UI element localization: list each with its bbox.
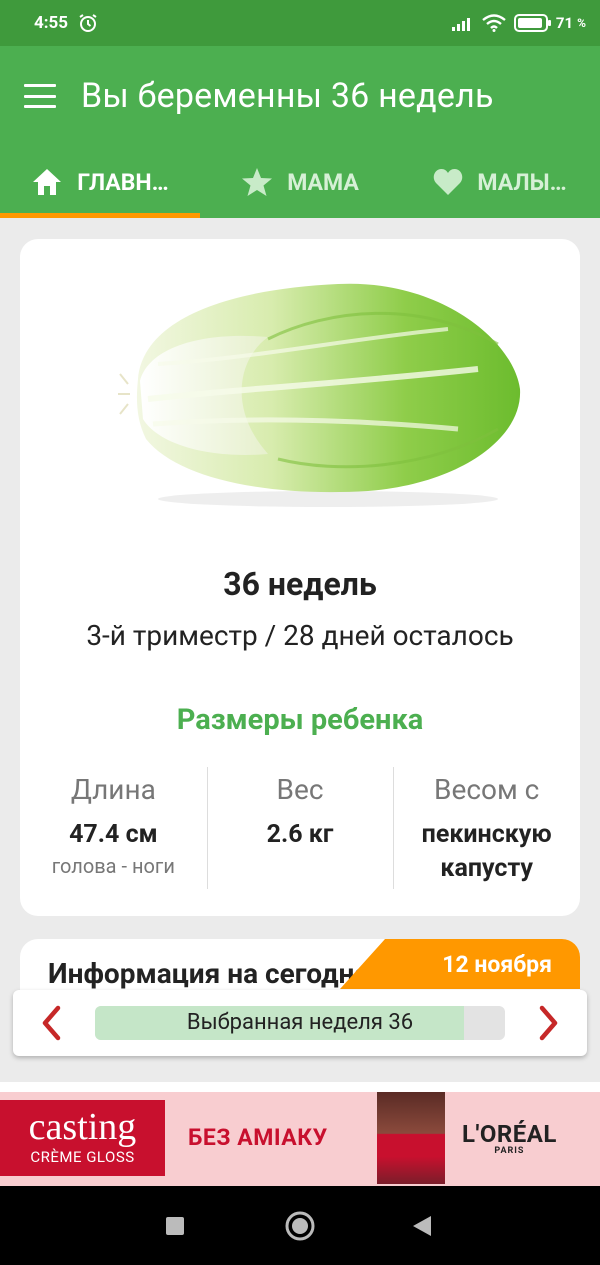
baby-size-title: Размеры ребенка	[176, 703, 424, 737]
stat-length-value: 47.4 см	[69, 820, 158, 849]
ad-text: БЕЗ АМІАКУ	[188, 1124, 328, 1151]
trimester-text: 3-й триместр / 28 дней осталось	[86, 619, 514, 652]
battery-percent: 71	[555, 14, 574, 32]
ad-product-image	[377, 1092, 445, 1184]
cabbage-image	[118, 283, 521, 507]
stat-weight-label: Вес	[276, 773, 324, 806]
back-button[interactable]	[402, 1206, 442, 1246]
weeks-title: 36 недель	[223, 565, 377, 603]
page-title: Вы беременны 36 недель	[81, 76, 494, 116]
signal-icon	[451, 18, 470, 31]
status-time: 4:55	[34, 13, 69, 33]
previous-week-button[interactable]	[31, 1003, 71, 1043]
tab-mom-label: МАМА	[287, 168, 359, 196]
navigation-bar	[0, 1186, 600, 1265]
tab-baby-label: МАЛЫ…	[477, 168, 567, 196]
stat-comparison-label: Весом с	[434, 773, 540, 806]
week-selector: Выбранная неделя 36	[13, 990, 587, 1056]
home-icon	[33, 169, 62, 195]
baby-size-stats: Длина 47.4 см голова - ноги Вес 2.6 кг В…	[20, 767, 580, 889]
ad-brand-name: L'ORÉAL	[462, 1120, 557, 1148]
ad-logo: casting CRÈME GLOSS	[0, 1100, 165, 1176]
week-summary-card: 36 недель 3-й триместр / 28 дней осталос…	[20, 239, 580, 916]
stat-weight: Вес 2.6 кг	[206, 767, 394, 889]
square-icon	[166, 1217, 184, 1235]
stat-length-label: Длина	[70, 773, 156, 806]
ad-logo-sub: CRÈME GLOSS	[30, 1148, 135, 1166]
circle-icon	[285, 1211, 315, 1241]
recents-button[interactable]	[155, 1206, 195, 1246]
date-badge: 12 ноября	[330, 939, 580, 989]
week-progress-bar[interactable]: Выбранная неделя 36	[95, 1006, 505, 1040]
week-progress-label: Выбранная неделя 36	[186, 1010, 414, 1035]
tab-main[interactable]: ГЛАВН…	[0, 146, 200, 218]
ad-brand: L'ORÉAL PARIS	[462, 1120, 557, 1156]
ad-separator	[0, 1082, 600, 1092]
battery-icon	[513, 14, 551, 32]
tab-main-label: ГЛАВН…	[77, 168, 169, 196]
today-info-title: Информация на сегодня	[48, 957, 371, 990]
stat-comparison-line1: пекинскую	[421, 820, 552, 849]
tab-baby[interactable]: МАЛЫ…	[400, 146, 600, 218]
stat-comparison: Весом с пекинскую капусту	[393, 767, 580, 889]
ad-logo-main: casting	[28, 1106, 137, 1148]
status-bar: 4:55 71 %	[0, 0, 600, 46]
toolbar: Вы беременны 36 недель	[0, 46, 600, 146]
ad-banner[interactable]: casting CRÈME GLOSS БЕЗ АМІАКУ L'ORÉAL P…	[0, 1092, 600, 1186]
stat-weight-value: 2.6 кг	[266, 820, 334, 849]
heart-icon	[434, 169, 463, 195]
triangle-back-icon	[413, 1216, 431, 1236]
stat-comparison-line2: капусту	[440, 854, 533, 883]
battery-unit: %	[577, 16, 586, 30]
chevron-left-icon	[42, 1005, 61, 1041]
tab-bar: ГЛАВН… МАМА МАЛЫ…	[0, 146, 600, 218]
date-badge-text: 12 ноября	[442, 950, 552, 978]
stat-length-note: голова - ноги	[51, 854, 175, 878]
stat-comparison-value: пекинскую капусту	[393, 818, 580, 886]
star-icon	[242, 168, 273, 196]
battery-indicator: 71 %	[513, 14, 586, 32]
alarm-icon	[79, 14, 97, 32]
wifi-icon	[482, 14, 506, 32]
tab-mom[interactable]: МАМА	[200, 146, 400, 218]
stat-length: Длина 47.4 см голова - ноги	[20, 767, 207, 889]
next-week-button[interactable]	[529, 1003, 569, 1043]
menu-icon[interactable]	[24, 84, 56, 108]
chevron-right-icon	[539, 1005, 558, 1041]
home-button[interactable]	[280, 1206, 320, 1246]
